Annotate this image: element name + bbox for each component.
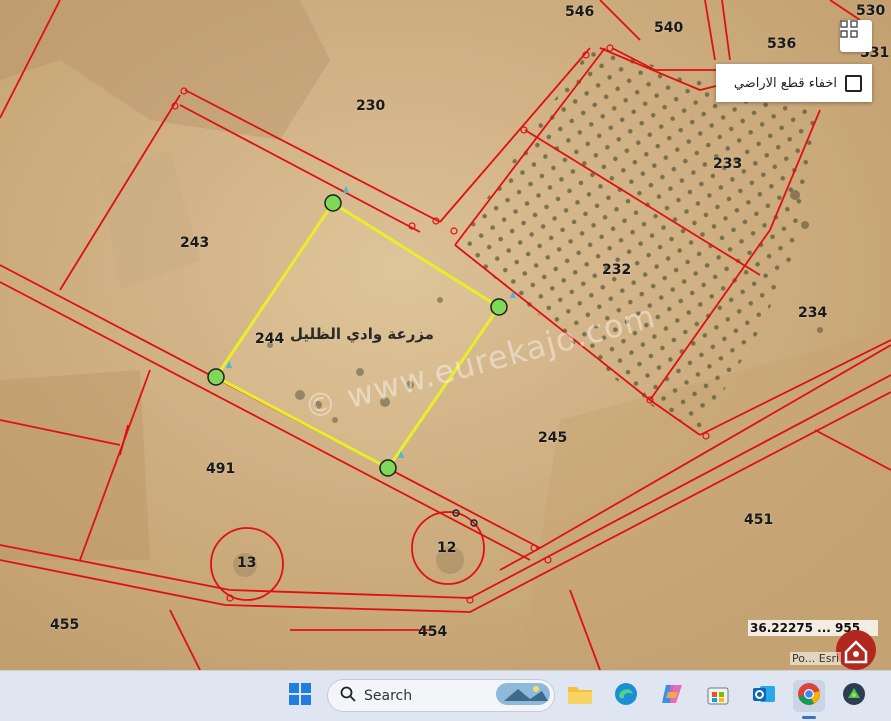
taskbar: Search	[0, 670, 891, 721]
map-attribution: Po... Esri	[790, 652, 842, 665]
copilot-icon	[660, 682, 684, 710]
app-button[interactable]	[838, 680, 870, 712]
vertex-marker	[490, 298, 508, 316]
parcel-label: 454	[418, 624, 448, 640]
parcel-label: 12	[437, 540, 457, 556]
parcel-label: 536	[767, 36, 797, 52]
windows-start-button[interactable]	[284, 680, 316, 712]
parcel-label: 234	[798, 305, 828, 321]
eurekajo-logo: يوريكا جو	[680, 628, 885, 670]
file-explorer-button[interactable]	[564, 680, 596, 712]
vertex-marker	[324, 194, 342, 212]
hide-parcels-toggle[interactable]: اخفاء قطع الاراضي	[716, 64, 872, 102]
parcel-label: 243	[180, 235, 210, 251]
parcel-label: 546	[565, 4, 595, 20]
parcel-label: 244	[255, 331, 285, 347]
parcel-label: 232	[602, 262, 632, 278]
parcel-label: 540	[654, 20, 684, 36]
file-explorer-icon	[567, 683, 593, 709]
vertex-marker	[207, 368, 225, 386]
microsoft-store-icon	[706, 682, 730, 710]
outlook-icon	[752, 682, 776, 710]
search-icon	[340, 686, 356, 706]
edge-icon	[614, 682, 638, 710]
parcel-label: 245	[538, 430, 568, 446]
taskbar-search[interactable]: Search	[327, 679, 555, 712]
weather-icon	[842, 682, 866, 710]
chrome-button[interactable]	[793, 680, 825, 712]
active-app-indicator	[802, 716, 816, 719]
parcel-label: 13	[237, 555, 257, 571]
outlook-button[interactable]	[748, 680, 780, 712]
farm-label: مزرعة وادي الظليل	[290, 325, 434, 343]
chrome-icon	[797, 682, 821, 710]
copilot-button[interactable]	[656, 680, 688, 712]
terrain-patch	[0, 370, 150, 560]
parcel-label: 530	[856, 3, 886, 19]
basemap-grid-button[interactable]	[840, 20, 872, 52]
hide-parcels-checkbox[interactable]	[845, 74, 862, 92]
microsoft-store-button[interactable]	[702, 680, 734, 712]
hide-parcels-label: اخفاء قطع الاراضي	[733, 75, 837, 91]
map-view[interactable]: 530 546 540 536 531 230 233 243 232 234 …	[0, 0, 891, 670]
edge-button[interactable]	[610, 680, 642, 712]
parcel-label: 451	[744, 512, 774, 528]
parcel-label: 491	[206, 461, 236, 477]
search-label: Search	[364, 687, 413, 704]
vertex-marker	[379, 459, 397, 477]
windows-start-icon	[289, 683, 311, 709]
parcel-label: 230	[356, 98, 386, 114]
search-highlight-icon	[496, 681, 550, 711]
parcel-label: 233	[713, 156, 743, 172]
parcel-label: 455	[50, 617, 80, 633]
